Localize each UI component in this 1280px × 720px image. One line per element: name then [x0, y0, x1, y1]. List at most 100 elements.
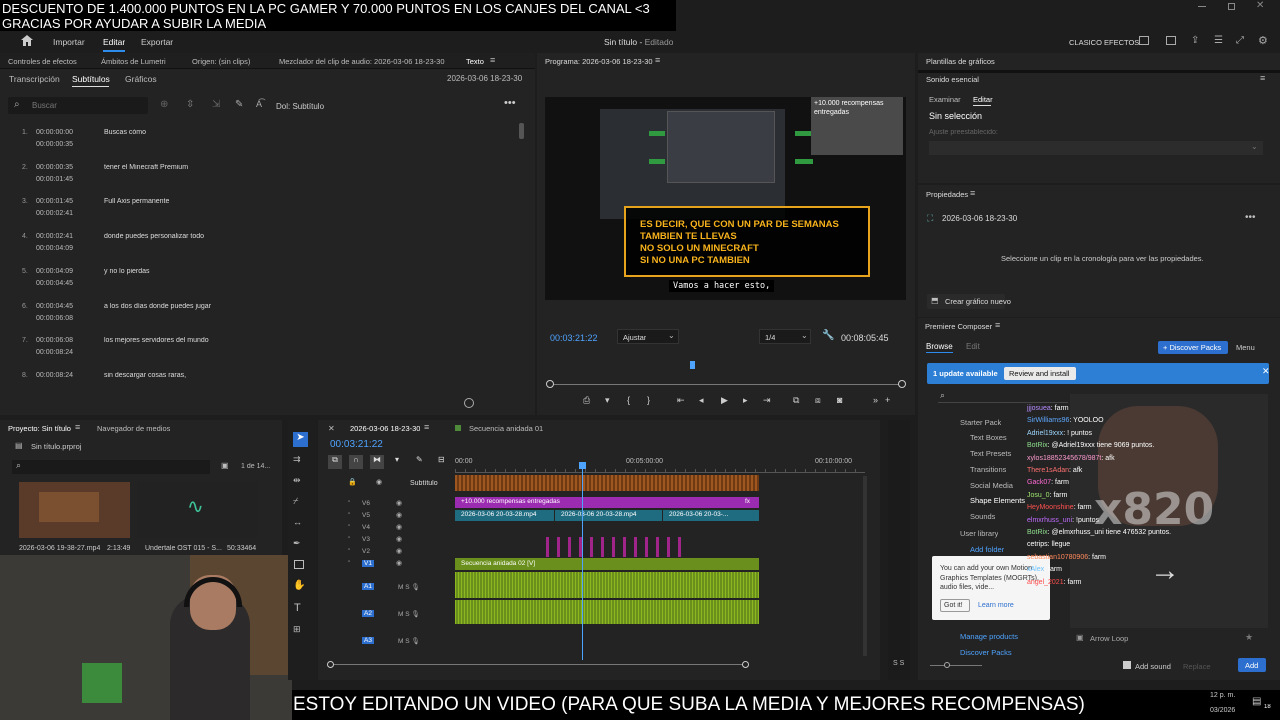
translate-icon[interactable]: A͡ [256, 99, 262, 109]
clip-reward[interactable]: +10.000 recompensas entregadas fx [455, 497, 759, 508]
clip-v1[interactable]: Secuencia anidada 02 [V] [455, 558, 759, 570]
composer-menu-icon[interactable]: ≡ [995, 320, 1000, 330]
timeline-playhead-cap[interactable] [579, 462, 586, 469]
hscroll-start[interactable] [327, 661, 334, 668]
lock-icon[interactable]: ▫ [348, 523, 350, 529]
type-tool-icon[interactable]: T [294, 602, 301, 614]
composer-menu[interactable]: Menu [1236, 343, 1255, 352]
tree-item[interactable]: Starter Pack [960, 418, 1001, 427]
panel-icon[interactable] [1139, 36, 1149, 45]
star-icon[interactable]: ★ [1245, 632, 1253, 643]
close-icon[interactable]: ✕ [1256, 0, 1264, 11]
tree-item[interactable]: Text Boxes [970, 433, 1007, 442]
tab-text[interactable]: Texto [466, 57, 484, 66]
lock-icon[interactable]: ▫ [348, 511, 350, 517]
mark-out-icon[interactable]: } [647, 395, 650, 405]
tab-lumetri[interactable]: Ámbitos de Lumetri [101, 57, 166, 66]
ripple-edit-icon[interactable]: ⇹ [293, 475, 301, 486]
go-to-in-icon[interactable]: ⇤ [677, 395, 685, 406]
project-menu-icon[interactable]: ≡ [75, 422, 80, 432]
tree-item[interactable]: User library [960, 529, 998, 538]
scrub-bar[interactable] [551, 384, 902, 385]
timeline-playhead[interactable] [582, 464, 583, 660]
lift-icon[interactable]: ⎙ [583, 395, 590, 406]
add-button[interactable]: Add [1238, 658, 1266, 672]
eye-icon[interactable]: ◉ [396, 511, 402, 519]
tab-edit[interactable]: Editar [973, 95, 993, 104]
fullscreen-icon[interactable]: ⤢ [1236, 35, 1244, 46]
clip-v5-b[interactable]: 2026-03-06 20-03-28.mp4 [555, 510, 662, 521]
tree-item[interactable]: Discover Packs [960, 648, 1012, 657]
tab-text-menu-icon[interactable]: ≡ [490, 55, 495, 65]
add-caption-icon[interactable]: ⊕ [160, 99, 168, 110]
track-label-v1[interactable]: V1 [362, 560, 374, 567]
step-forward-icon[interactable]: ▸ [743, 395, 748, 406]
search-box[interactable]: ⌕ Buscar [8, 97, 148, 114]
eye-icon[interactable]: ◉ [396, 535, 402, 543]
clip-a2[interactable] [455, 600, 759, 624]
tree-item[interactable]: Shape Elements [970, 496, 1025, 505]
work-area-bar[interactable] [455, 475, 759, 491]
timeline-seq-tab[interactable]: 2026-03-06 18-23-30 [350, 424, 420, 433]
go-to-out-icon[interactable]: ⇥ [763, 395, 771, 406]
fit-select[interactable]: Ajustar ⌄ [617, 329, 679, 344]
tab-browse[interactable]: Examinar [929, 95, 961, 104]
pen-icon[interactable]: ✒ [293, 538, 301, 549]
settings-icon[interactable]: ⚙ [1258, 34, 1268, 47]
nested-seq-tab[interactable]: Secuencia anidada 01 [469, 424, 543, 433]
play-icon[interactable]: ▶ [721, 395, 728, 406]
eye-icon[interactable]: ◉ [396, 547, 402, 555]
properties-more-icon[interactable]: ••• [1245, 212, 1256, 223]
review-install-button[interactable]: Review and install [1004, 367, 1076, 380]
replace-button[interactable]: Replace [1183, 662, 1211, 671]
composer-edit[interactable]: Edit [966, 342, 980, 351]
tree-item[interactable]: Transitions [970, 465, 1006, 474]
preset-select[interactable]: ⌄ [929, 141, 1263, 155]
track-label-v3[interactable]: V3 [362, 536, 370, 543]
track-label-a1[interactable]: A1 [362, 583, 374, 590]
more-controls-icon[interactable]: » [873, 395, 878, 405]
nav-editar[interactable]: Editar [103, 37, 125, 47]
add-sound-checkbox[interactable] [1123, 661, 1131, 669]
mute-solo-controls[interactable]: M S 🎙 [398, 610, 420, 618]
hand-icon[interactable]: ✋ [293, 580, 305, 591]
essential-menu-icon[interactable]: ≡ [1260, 73, 1265, 83]
step-back-icon[interactable]: ◂ [699, 395, 704, 406]
maximize-icon[interactable] [1228, 3, 1235, 10]
workspace-label[interactable]: CLASICO EFECTOS [1069, 38, 1139, 47]
list-scrollbar[interactable] [519, 123, 524, 139]
track-label-v4[interactable]: V4 [362, 524, 370, 531]
tree-item[interactable]: Social Media [970, 481, 1013, 490]
captions-icon[interactable]: ⊟ [438, 455, 445, 464]
media-browser-tab[interactable]: Navegador de medios [97, 424, 170, 433]
tree-item[interactable]: Manage products [960, 632, 1018, 641]
learn-more-link[interactable]: Learn more [978, 602, 1014, 609]
nav-importar[interactable]: Importar [53, 37, 85, 47]
subtitle-toggle-icon[interactable]: ◉ [376, 478, 382, 486]
eye-icon[interactable]: ◉ [396, 559, 402, 567]
timeline-hscroll[interactable] [331, 664, 746, 665]
properties-menu-icon[interactable]: ≡ [970, 188, 975, 198]
mute-solo-controls[interactable]: M S 🎙 [398, 583, 420, 591]
split-icon[interactable]: ⇳ [186, 99, 194, 110]
project-search[interactable]: ⌕ [12, 460, 210, 474]
discover-packs-button[interactable]: + Discover Packs [1158, 341, 1228, 354]
window-icon[interactable] [1166, 36, 1176, 45]
razor-icon[interactable]: ⌿ [293, 496, 298, 507]
insert-icon[interactable]: ⧉ [793, 395, 799, 406]
tree-item[interactable]: Add folder [970, 545, 1004, 554]
mark-in-icon[interactable]: { [627, 395, 630, 405]
selection-tool-icon[interactable]: ➤ [293, 432, 308, 447]
project-tab[interactable]: Proyecto: Sin título [8, 424, 71, 433]
lock-icon[interactable]: ▫ [348, 559, 350, 565]
track-label-v6[interactable]: V6 [362, 500, 370, 507]
rectangle-icon[interactable] [294, 560, 304, 569]
composer-slider[interactable] [930, 665, 982, 666]
share-icon[interactable]: ⇪ [1191, 35, 1199, 46]
snap-icon[interactable]: ∩ [349, 455, 363, 469]
track-label-a2[interactable]: A2 [362, 610, 374, 617]
tree-item[interactable]: Text Presets [970, 449, 1011, 458]
subtitle-lock-icon[interactable]: 🔒 [348, 478, 357, 486]
mute-solo-controls[interactable]: M S 🎙 [398, 637, 420, 645]
clip1-thumbnail[interactable] [19, 482, 130, 538]
